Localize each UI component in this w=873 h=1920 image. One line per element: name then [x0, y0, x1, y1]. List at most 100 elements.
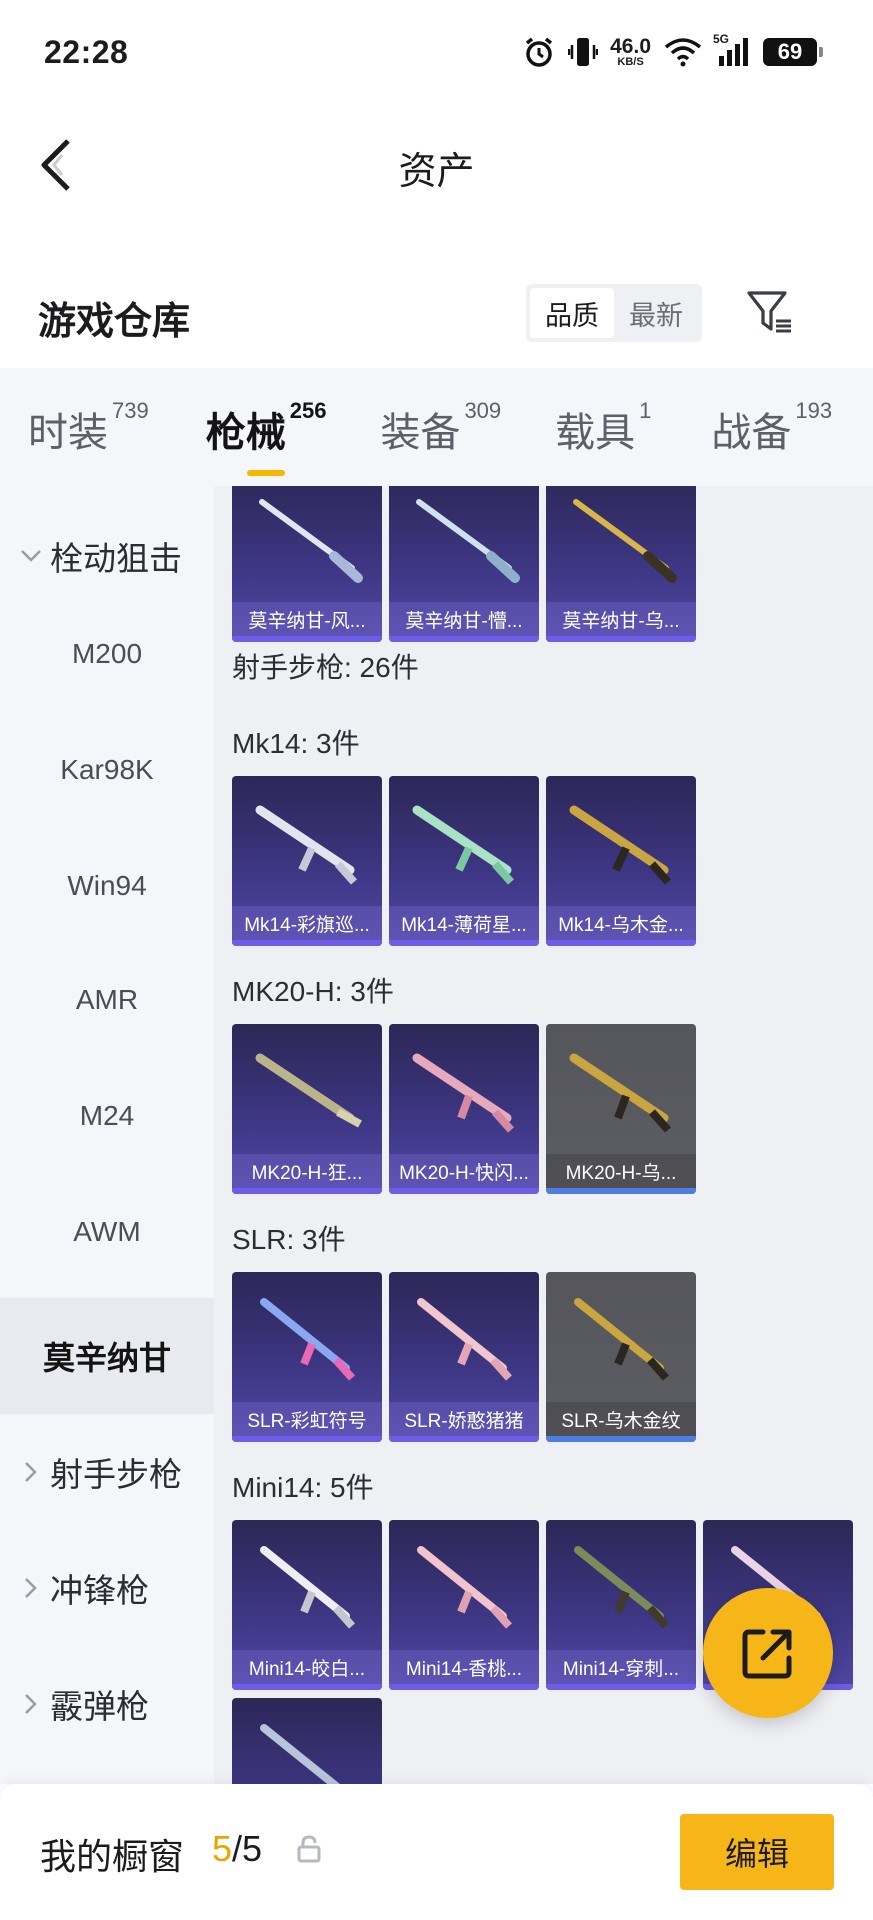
tab-active-indicator — [247, 470, 286, 476]
sort-option-newest[interactable]: 最新 — [614, 288, 698, 338]
tab-count: 1 — [639, 398, 652, 423]
wifi-icon — [663, 37, 703, 67]
bottom-bar: 我的橱窗 5/5 编辑 — [0, 1784, 873, 1920]
sidebar-item-m24[interactable]: M24 — [0, 1076, 214, 1156]
rarity-strip — [546, 940, 696, 946]
header: 资产 — [0, 104, 873, 224]
alarm-icon — [522, 35, 556, 69]
rarity-strip — [232, 1684, 382, 1690]
item-name: 莫辛纳甘-乌... — [546, 602, 696, 636]
tab-count: 309 — [464, 398, 502, 423]
item-name: Mini14-皎白... — [232, 1650, 382, 1684]
tab-label: 载具 — [555, 411, 636, 455]
item-card[interactable]: Mini14-香桃... — [389, 1520, 539, 1690]
sidebar-group-bolt-action[interactable]: 栓动狙击 — [0, 516, 214, 596]
item-card[interactable]: 莫辛纳甘-乌... — [546, 486, 696, 642]
cell-signal-icon: 5G — [713, 32, 751, 68]
rarity-strip — [389, 1684, 539, 1690]
item-card[interactable]: Mini14-穿刺... — [546, 1520, 696, 1690]
item-name: Mk14-薄荷星... — [389, 906, 539, 940]
sidebar-group-dmr[interactable]: 射手步枪 — [0, 1432, 214, 1512]
filter-button[interactable] — [740, 282, 800, 342]
sidebar-item-awm[interactable]: AWM — [0, 1192, 214, 1272]
sidebar-item-mosin-nagant[interactable]: 莫辛纳甘 — [0, 1298, 214, 1414]
tab-firearms[interactable]: 枪械 256 — [206, 398, 327, 476]
rarity-strip — [546, 1436, 696, 1442]
content-area: 栓动狙击 M200 Kar98K Win94 AMR M24 AWM 莫辛纳甘 … — [0, 486, 873, 1784]
rifle-thumbnail — [260, 1546, 355, 1629]
net-speed-unit: KB/S — [617, 56, 644, 68]
item-card[interactable]: Mk14-薄荷星... — [389, 776, 539, 946]
tab-count: 193 — [795, 398, 833, 423]
sidebar-item-m200[interactable]: M200 — [0, 614, 214, 694]
tab-count: 256 — [289, 398, 327, 423]
section-header-mk20: MK20-H: 3件 — [232, 976, 394, 1007]
item-card[interactable]: SLR-彩虹符号 — [232, 1272, 382, 1442]
sidebar-group-smg[interactable]: 冲锋枪 — [0, 1548, 214, 1628]
item-name: Mk14-乌木金... — [546, 906, 696, 940]
rifle-thumbnail — [416, 499, 520, 583]
item-card[interactable]: MK20-H-快闪... — [389, 1024, 539, 1194]
item-name: Mini14-穿刺... — [546, 1650, 696, 1684]
sort-toggle: 品质 最新 — [526, 284, 702, 342]
rarity-strip — [389, 1436, 539, 1442]
battery-icon: 69 — [763, 38, 823, 66]
rifle-thumbnail — [569, 1053, 671, 1133]
tab-vehicles[interactable]: 载具 1 — [555, 398, 652, 470]
warehouse-row: 游戏仓库 品质 最新 — [0, 268, 873, 368]
sort-option-quality[interactable]: 品质 — [530, 288, 614, 338]
share-icon — [742, 1629, 792, 1679]
chevron-right-icon — [18, 1461, 44, 1483]
item-name: Mk14-彩旗巡... — [232, 906, 382, 940]
item-card[interactable]: 莫辛纳甘-懵... — [389, 486, 539, 642]
item-card[interactable]: 莫辛纳甘-风... — [232, 486, 382, 642]
edit-button[interactable]: 编辑 — [680, 1814, 834, 1890]
item-card[interactable]: Mk14-乌木金... — [546, 776, 696, 946]
sidebar-item-kar98k[interactable]: Kar98K — [0, 730, 214, 810]
item-card[interactable] — [232, 1698, 382, 1784]
tab-supplies[interactable]: 战备 193 — [711, 398, 833, 470]
tab-fashion[interactable]: 时装 739 — [28, 398, 149, 470]
sidebar-item-win94[interactable]: Win94 — [0, 846, 214, 926]
section-header-dmr: 射手步枪: 26件 — [232, 652, 419, 683]
item-card[interactable]: Mini14-皎白... — [232, 1520, 382, 1690]
warehouse-title: 游戏仓库 — [38, 301, 191, 343]
net-speed-value: 46.0 — [610, 35, 651, 58]
rifle-thumbnail — [412, 805, 514, 885]
sidebar-group-label: 霰弹枪 — [50, 1688, 149, 1725]
item-name: MK20-H-乌... — [546, 1154, 696, 1188]
showcase-count: 5/5 — [212, 1828, 262, 1870]
item-name: 莫辛纳甘-懵... — [389, 602, 539, 636]
item-card[interactable]: MK20-H-乌... — [546, 1024, 696, 1194]
tab-label: 战备 — [711, 411, 792, 455]
showcase-label: 我的橱窗 — [40, 1836, 185, 1877]
rifle-thumbnail — [255, 1053, 362, 1128]
rarity-strip — [389, 940, 539, 946]
rifle-thumbnail — [574, 1298, 669, 1381]
rifle-thumbnail — [260, 1724, 340, 1784]
item-card[interactable]: SLR-乌木金纹 — [546, 1272, 696, 1442]
sidebar-group-label: 栓动狙击 — [50, 540, 182, 577]
sidebar-group-label: 冲锋枪 — [50, 1572, 149, 1609]
section-header-mk14: Mk14: 3件 — [232, 728, 360, 759]
item-card[interactable]: SLR-娇憨猪猪 — [389, 1272, 539, 1442]
signal-type: 5G — [713, 32, 730, 46]
rarity-strip — [389, 1188, 539, 1194]
tab-equipment[interactable]: 装备 309 — [380, 398, 502, 470]
vibrate-icon — [568, 35, 599, 69]
share-button[interactable] — [703, 1588, 833, 1718]
filter-icon — [747, 291, 791, 333]
sidebar-group-shotgun[interactable]: 霰弹枪 — [0, 1664, 214, 1744]
item-name: Mini14-香桃... — [389, 1650, 539, 1684]
chevron-right-icon — [18, 1577, 44, 1599]
rarity-strip — [232, 1436, 382, 1442]
rifle-thumbnail — [417, 1546, 512, 1629]
lock-icon — [296, 1834, 322, 1869]
rarity-strip — [232, 636, 382, 642]
chevron-down-icon — [18, 549, 44, 563]
sidebar-item-amr[interactable]: AMR — [0, 960, 214, 1040]
item-card[interactable]: Mk14-彩旗巡... — [232, 776, 382, 946]
item-name: SLR-娇憨猪猪 — [389, 1402, 539, 1436]
item-card[interactable]: MK20-H-狂... — [232, 1024, 382, 1194]
status-icons: 46.0 KB/S 5G 69 — [522, 32, 823, 69]
